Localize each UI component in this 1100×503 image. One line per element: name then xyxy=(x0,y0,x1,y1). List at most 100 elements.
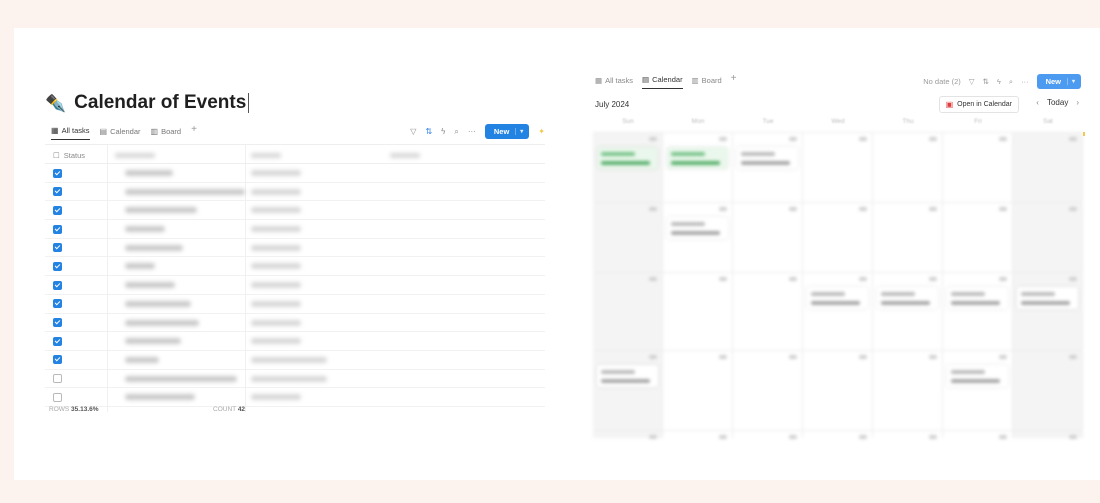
status-checkbox[interactable] xyxy=(53,374,62,384)
extra-column-header[interactable] xyxy=(390,153,420,158)
tab-calendar[interactable]: ▤ Calendar xyxy=(642,75,683,89)
sort-icon[interactable]: ⇅ xyxy=(983,77,989,86)
calendar-day-cell[interactable] xyxy=(873,203,943,272)
table-row[interactable] xyxy=(45,257,545,277)
table-row[interactable] xyxy=(45,201,545,221)
task-date-cell[interactable] xyxy=(251,394,301,401)
calendar-day-cell[interactable] xyxy=(1013,351,1083,430)
status-checkbox[interactable] xyxy=(53,355,62,365)
new-button[interactable]: New ▾ xyxy=(484,124,530,139)
calendar-event-card[interactable] xyxy=(597,365,658,387)
task-date-cell[interactable] xyxy=(251,226,301,233)
calendar-day-cell[interactable] xyxy=(873,133,943,202)
calendar-day-cell[interactable] xyxy=(733,203,803,272)
status-checkbox[interactable] xyxy=(53,280,62,290)
task-name-cell[interactable] xyxy=(125,207,197,214)
calendar-day-cell[interactable] xyxy=(803,203,873,272)
calendar-day-cell[interactable] xyxy=(873,273,943,350)
task-date-cell[interactable] xyxy=(251,263,301,270)
calendar-event-card[interactable] xyxy=(947,287,1008,309)
no-date-button[interactable]: No date (2) xyxy=(923,77,961,86)
task-date-cell[interactable] xyxy=(251,188,301,195)
table-row[interactable] xyxy=(45,295,545,314)
task-date-cell[interactable] xyxy=(251,375,327,382)
calendar-day-cell[interactable] xyxy=(873,351,943,430)
chevron-right-icon[interactable]: › xyxy=(1076,98,1079,107)
status-checkbox[interactable] xyxy=(53,299,62,309)
calendar-day-cell[interactable] xyxy=(663,431,733,439)
calendar-day-cell[interactable] xyxy=(803,133,873,202)
table-row[interactable] xyxy=(45,314,545,333)
today-button[interactable]: Today xyxy=(1047,98,1068,107)
calendar-day-cell[interactable] xyxy=(593,431,663,439)
calendar-day-cell[interactable] xyxy=(803,351,873,430)
tab-board[interactable]: ▥ Board xyxy=(692,75,722,89)
task-date-cell[interactable] xyxy=(251,356,327,363)
table-row[interactable] xyxy=(45,332,545,351)
tab-all-tasks[interactable]: ▦ All tasks xyxy=(51,126,90,140)
calendar-day-cell[interactable] xyxy=(1013,203,1083,272)
table-row[interactable] xyxy=(45,220,545,239)
search-icon[interactable]: ⌕ xyxy=(1009,77,1013,87)
calendar-day-cell[interactable] xyxy=(663,273,733,350)
status-checkbox[interactable] xyxy=(53,205,62,215)
add-view-icon[interactable]: + xyxy=(731,73,737,89)
calendar-day-cell[interactable] xyxy=(663,133,733,202)
calendar-day-cell[interactable] xyxy=(663,203,733,272)
status-checkbox[interactable] xyxy=(53,318,62,327)
calendar-event-card[interactable] xyxy=(667,147,728,169)
task-name-cell[interactable] xyxy=(125,375,237,382)
status-checkbox[interactable] xyxy=(53,336,62,346)
calendar-day-cell[interactable] xyxy=(943,203,1013,272)
task-name-cell[interactable] xyxy=(125,394,195,401)
table-row[interactable] xyxy=(45,276,545,295)
calendar-day-cell[interactable] xyxy=(1013,431,1083,439)
calendar-day-cell[interactable] xyxy=(593,273,663,350)
calendar-day-cell[interactable] xyxy=(803,273,873,350)
task-date-cell[interactable] xyxy=(251,170,301,176)
task-date-cell[interactable] xyxy=(251,319,301,326)
search-icon[interactable]: ⌕ xyxy=(454,127,458,137)
status-checkbox[interactable] xyxy=(53,224,62,234)
calendar-day-cell[interactable] xyxy=(943,273,1013,350)
tab-board[interactable]: ▥ Board xyxy=(151,126,182,140)
task-name-cell[interactable] xyxy=(125,263,155,270)
calendar-day-cell[interactable] xyxy=(943,351,1013,430)
calendar-event-card[interactable] xyxy=(877,287,938,309)
calendar-day-cell[interactable] xyxy=(733,351,803,430)
task-name-cell[interactable] xyxy=(125,282,175,289)
sort-icon[interactable]: ⇅ xyxy=(425,127,432,136)
table-row[interactable] xyxy=(45,183,545,202)
filter-icon[interactable]: ▽ xyxy=(410,127,416,136)
filter-icon[interactable]: ▽ xyxy=(969,77,975,86)
status-checkbox[interactable] xyxy=(53,243,62,253)
task-name-cell[interactable] xyxy=(125,244,183,251)
task-date-cell[interactable] xyxy=(251,300,301,307)
calendar-day-cell[interactable] xyxy=(663,351,733,430)
calendar-day-cell[interactable] xyxy=(733,273,803,350)
chevron-left-icon[interactable]: ‹ xyxy=(1036,98,1039,107)
task-date-cell[interactable] xyxy=(251,244,301,251)
table-row[interactable] xyxy=(45,388,545,407)
date-column-header[interactable] xyxy=(251,153,281,158)
task-date-cell[interactable] xyxy=(251,207,301,214)
table-row[interactable] xyxy=(45,351,545,370)
calendar-day-cell[interactable] xyxy=(873,431,943,439)
status-checkbox[interactable] xyxy=(53,261,62,271)
more-icon[interactable]: ··· xyxy=(1021,77,1029,86)
calendar-day-cell[interactable] xyxy=(733,133,803,202)
calendar-day-cell[interactable] xyxy=(593,351,663,430)
add-view-icon[interactable]: + xyxy=(191,124,197,140)
calendar-event-card[interactable] xyxy=(667,217,728,239)
calendar-day-cell[interactable] xyxy=(1013,273,1083,350)
status-checkbox[interactable] xyxy=(53,187,62,197)
task-name-cell[interactable] xyxy=(125,319,199,326)
calendar-event-card[interactable] xyxy=(807,287,868,309)
chevron-down-icon[interactable]: ▾ xyxy=(1066,78,1075,85)
more-icon[interactable]: ··· xyxy=(468,127,476,136)
calendar-day-cell[interactable] xyxy=(943,431,1013,439)
calendar-day-cell[interactable] xyxy=(733,431,803,439)
calendar-day-cell[interactable] xyxy=(593,133,663,202)
task-date-cell[interactable] xyxy=(251,282,301,289)
calendar-event-card[interactable] xyxy=(947,365,1008,387)
